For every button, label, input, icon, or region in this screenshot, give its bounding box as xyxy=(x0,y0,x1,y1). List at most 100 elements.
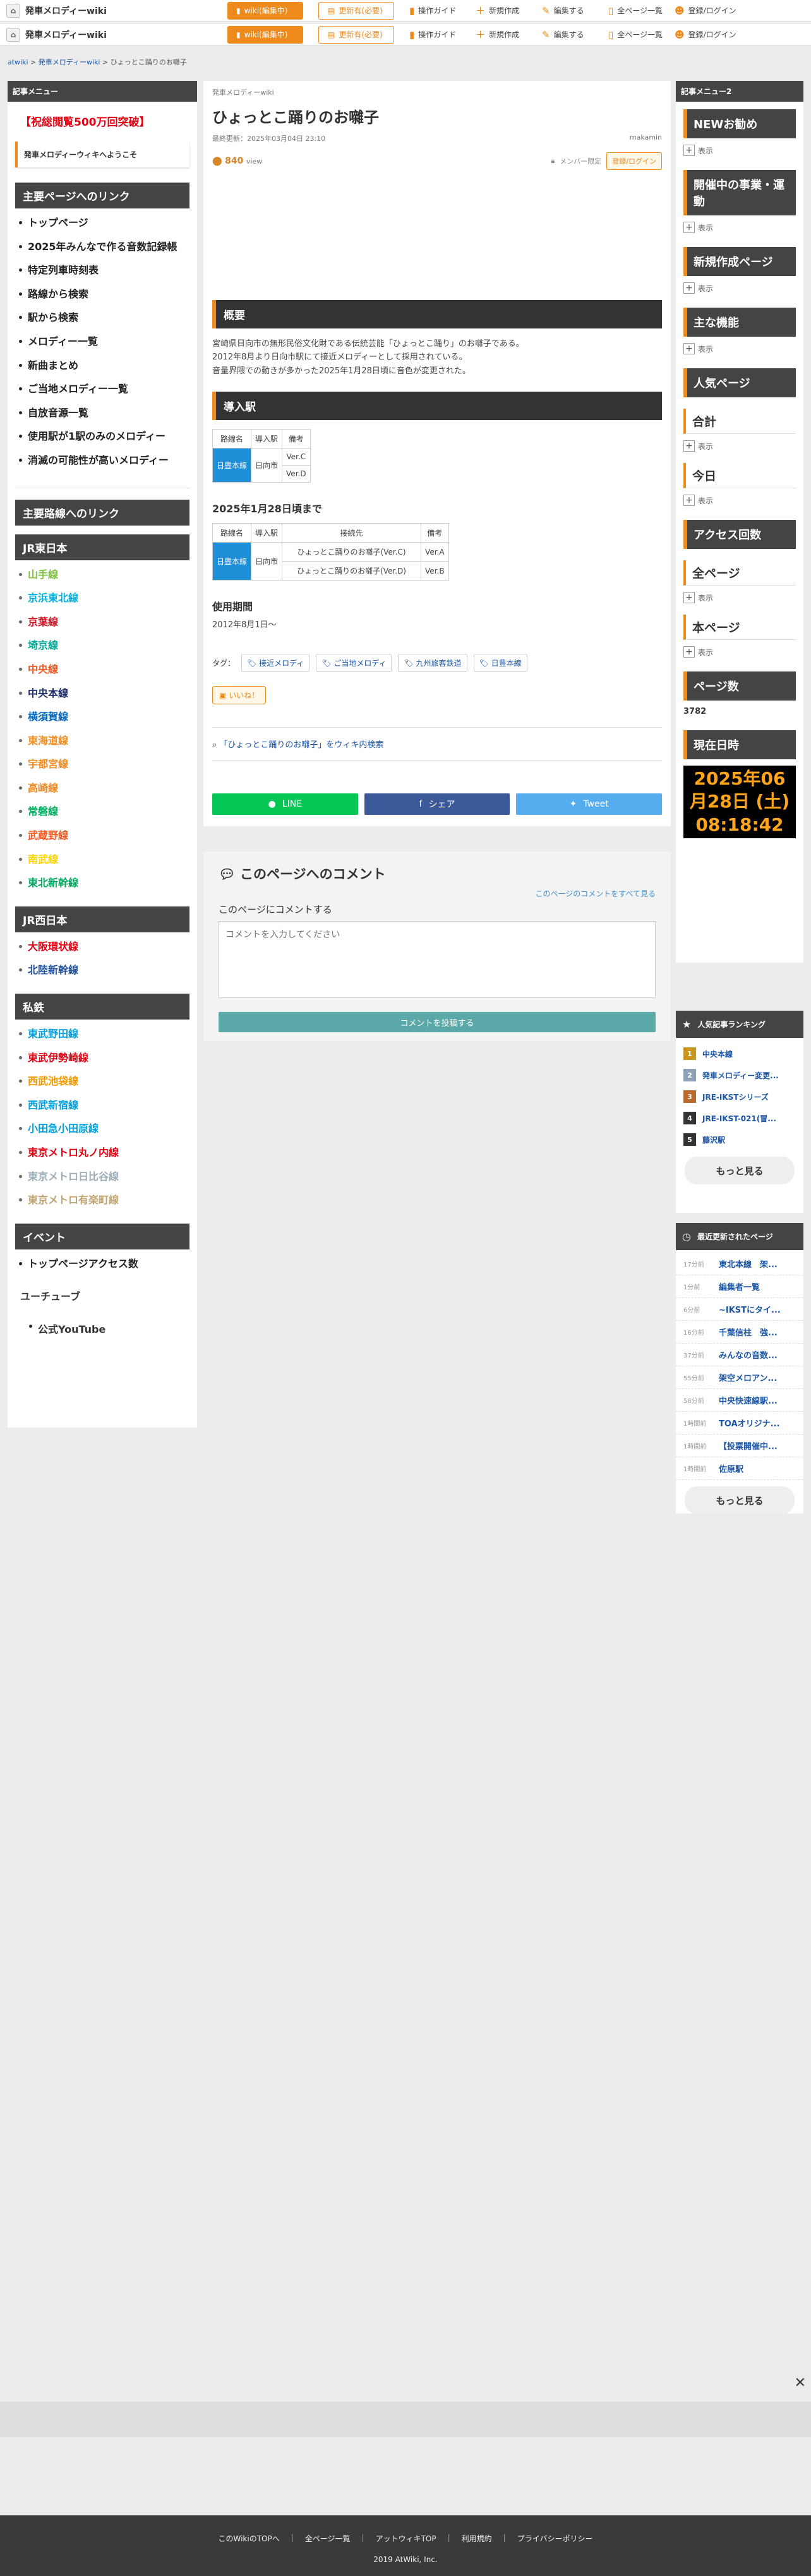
route-link-item[interactable]: 西武新宿線 xyxy=(19,1098,197,1112)
welcome-link[interactable]: 発車メロディーウィキへようこそ xyxy=(15,141,189,167)
edit-link[interactable]: ✎ 編集する xyxy=(542,5,608,16)
ranking-item[interactable]: 3 JRE-IKSTシリーズ xyxy=(676,1086,803,1107)
recent-title[interactable]: 編集者一覧 xyxy=(719,1280,760,1292)
recent-item[interactable]: 37分前 みんなの音数... xyxy=(676,1344,803,1366)
route-link-item[interactable]: 中央線 xyxy=(19,663,197,677)
route-link-item[interactable]: 京葉線 xyxy=(19,615,197,629)
main-link-item[interactable]: 自放音源一覧 xyxy=(19,406,184,420)
show-toggle[interactable]: + 表示 xyxy=(676,215,803,233)
site-logo-2[interactable]: ⌂ 発車メロディーwiki xyxy=(0,27,227,42)
update-button-2[interactable]: ▤ 更新有(必要) xyxy=(318,25,394,44)
route-link-item[interactable]: 東京メトロ有楽町線 xyxy=(19,1193,197,1207)
ranking-title[interactable]: JRE-IKSTシリーズ xyxy=(702,1092,769,1102)
comment-input[interactable] xyxy=(219,921,656,998)
main-link-item[interactable]: ご当地メロディー一覧 xyxy=(19,382,184,396)
tag-link[interactable]: 🏷︎ 九州旅客鉄道 xyxy=(398,653,467,672)
line-cell[interactable]: 日豊本線 xyxy=(212,448,252,483)
main-link-item[interactable]: 駅から検索 xyxy=(19,311,184,325)
ranking-title[interactable]: 藤沢駅 xyxy=(702,1135,725,1145)
route-link-item[interactable]: 埼京線 xyxy=(19,639,197,653)
route-link-item[interactable]: 横須賀線 xyxy=(19,710,197,724)
show-toggle[interactable]: + 表示 xyxy=(676,276,803,294)
show-toggle[interactable]: + 表示 xyxy=(676,488,803,506)
recent-item[interactable]: 58分前 中央快速線駅... xyxy=(676,1389,803,1412)
more-button[interactable]: もっと見る xyxy=(685,1157,795,1184)
edit-link-2[interactable]: ✎ 編集する xyxy=(542,29,608,40)
all-pages-link[interactable]: ▯ 全ページ一覧 xyxy=(608,5,675,16)
more-button-2[interactable]: もっと見る xyxy=(685,1486,795,1514)
recent-item[interactable]: 1時間前 佐原駅 xyxy=(676,1457,803,1480)
breadcrumb-atwiki[interactable]: atwiki xyxy=(8,58,28,66)
recent-title[interactable]: みんなの音数... xyxy=(719,1349,778,1361)
main-link-item[interactable]: 使用駅が1駅のみのメロディー xyxy=(19,430,184,443)
route-link-item[interactable]: 常磐線 xyxy=(19,805,197,819)
recent-title[interactable]: 千葉信柱 強... xyxy=(719,1326,778,1338)
guide-link[interactable]: ▮ 操作ガイド xyxy=(409,5,476,16)
footer-link[interactable]: 全ページ一覧 xyxy=(305,2533,351,2544)
footer-link[interactable]: このWikiのTOPへ xyxy=(219,2533,280,2544)
youtube-link[interactable]: 公式YouTube xyxy=(8,1318,197,1336)
recent-item[interactable]: 1分前 編集者一覧 xyxy=(676,1275,803,1298)
route-link-item[interactable]: 東北新幹線 xyxy=(19,876,197,890)
ranking-item[interactable]: 2 発車メロディー変更... xyxy=(676,1064,803,1086)
show-toggle[interactable]: + 表示 xyxy=(676,640,803,658)
recent-item[interactable]: 1時間前 TOAオリジナ... xyxy=(676,1412,803,1435)
route-link-item[interactable]: 高崎線 xyxy=(19,781,197,795)
ranking-item[interactable]: 5 藤沢駅 xyxy=(676,1129,803,1150)
route-link-item[interactable]: 大阪環状線 xyxy=(19,940,197,954)
main-link-item[interactable]: メロディー一覧 xyxy=(19,335,184,349)
line-cell-2[interactable]: 日豊本線 xyxy=(212,542,252,581)
route-link-item[interactable]: 北陸新幹線 xyxy=(19,963,197,977)
recent-title[interactable]: ~IKSTにタイ... xyxy=(719,1303,781,1315)
recent-item[interactable]: 16分前 千葉信柱 強... xyxy=(676,1321,803,1344)
wiki-edit-button[interactable]: ▮ wiki(編集中) xyxy=(227,1,303,20)
route-link-item[interactable]: 南武線 xyxy=(19,853,197,867)
main-link-item[interactable]: 消滅の可能性が高いメロディー xyxy=(19,454,184,467)
breadcrumb-wiki[interactable]: 発車メロディーwiki xyxy=(39,58,100,66)
recent-title[interactable]: 佐原駅 xyxy=(719,1462,743,1474)
recent-title[interactable]: 架空メロアン... xyxy=(719,1371,777,1383)
footer-link[interactable]: アットウィキTOP xyxy=(376,2533,436,2544)
recent-item[interactable]: 1時間前 【投票開催中... xyxy=(676,1435,803,1457)
route-link-item[interactable]: 東武野田線 xyxy=(19,1027,197,1041)
show-toggle[interactable]: + 表示 xyxy=(676,586,803,603)
route-link-item[interactable]: 東京メトロ丸ノ内線 xyxy=(19,1146,197,1160)
event-link-item[interactable]: トップページアクセス数 xyxy=(19,1257,184,1271)
wiki-search-link[interactable]: ⌕ 「ひょっとこ踊りのお囃子」をウィキ内検索 xyxy=(212,726,662,761)
close-icon[interactable]: ✕ xyxy=(795,2375,806,2391)
route-link-item[interactable]: 東海道線 xyxy=(19,734,197,748)
recent-item[interactable]: 6分前 ~IKSTにタイ... xyxy=(676,1298,803,1321)
login-button[interactable]: 登録/ログイン xyxy=(606,152,662,170)
footer-link[interactable]: プライバシーポリシー xyxy=(517,2533,593,2544)
login-link[interactable]: ☻ 登録/ログイン xyxy=(675,5,741,16)
recent-title[interactable]: 【投票開催中... xyxy=(719,1440,778,1452)
route-link-item[interactable]: 東武伊勢崎線 xyxy=(19,1051,197,1065)
main-link-item[interactable]: 特定列車時刻表 xyxy=(19,263,184,277)
station-cell[interactable]: 日向市 xyxy=(251,448,283,483)
facebook-share-button[interactable]: f シェア xyxy=(364,793,510,815)
like-button[interactable]: ▣ いいね！ xyxy=(212,685,267,704)
route-link-item[interactable]: 小田急小田原線 xyxy=(19,1122,197,1136)
tag-link[interactable]: 🏷︎ 接近メロディ xyxy=(241,653,310,672)
show-toggle[interactable]: + 表示 xyxy=(676,337,803,354)
route-link-item[interactable]: 宇都宮線 xyxy=(19,757,197,771)
recent-title[interactable]: 東北本線 架... xyxy=(719,1258,778,1270)
route-link-item[interactable]: 西武池袋線 xyxy=(19,1074,197,1088)
route-link-item[interactable]: 山手線 xyxy=(19,568,197,582)
recent-title[interactable]: 中央快速線駅... xyxy=(719,1394,778,1406)
line-share-button[interactable]: ● LINE xyxy=(212,793,358,815)
recent-item[interactable]: 55分前 架空メロアン... xyxy=(676,1366,803,1389)
route-link-item[interactable]: 東京メトロ日比谷線 xyxy=(19,1170,197,1184)
main-link-item[interactable]: 新曲まとめ xyxy=(19,359,184,373)
tweet-button[interactable]: ✦ Tweet xyxy=(516,793,663,815)
all-pages-link-2[interactable]: ▯ 全ページ一覧 xyxy=(608,29,675,40)
route-link-item[interactable]: 中央本線 xyxy=(19,687,197,701)
ranking-item[interactable]: 4 JRE-IKST-021(冒... xyxy=(676,1107,803,1129)
new-page-link-2[interactable]: ＋新規作成 xyxy=(476,28,542,41)
ranking-item[interactable]: 1 中央本線 xyxy=(676,1043,803,1064)
show-toggle[interactable]: + 表示 xyxy=(676,138,803,156)
ranking-title[interactable]: 中央本線 xyxy=(702,1049,733,1059)
footer-link[interactable]: 利用規約 xyxy=(462,2533,492,2544)
site-logo[interactable]: ⌂ 発車メロディーwiki xyxy=(0,3,227,18)
view-all-comments-link[interactable]: このページのコメントをすべて見る xyxy=(219,888,656,899)
